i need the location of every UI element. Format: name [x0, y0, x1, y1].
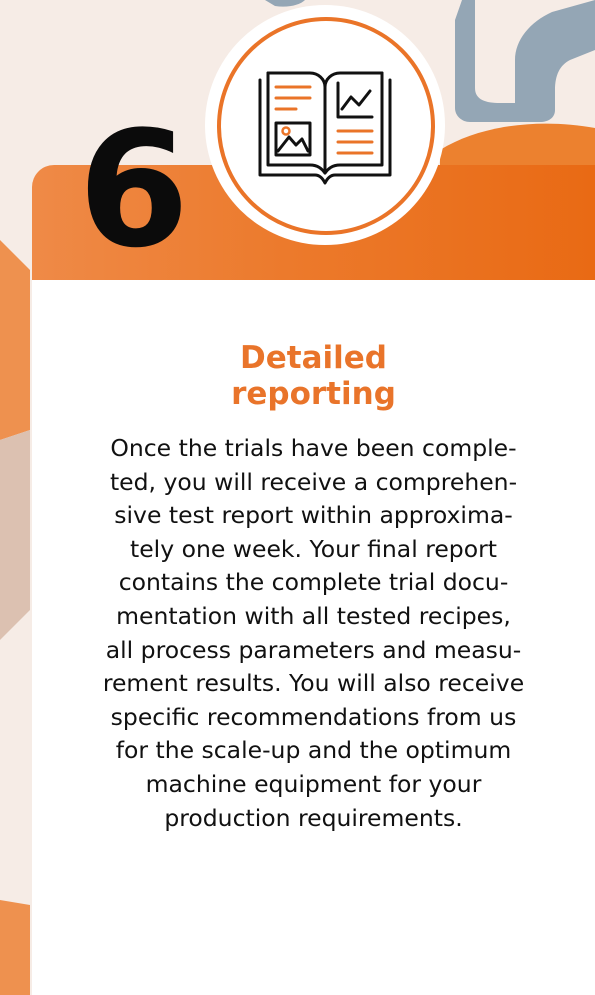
step-title-line: Detailed	[240, 340, 387, 376]
decor-shape-blue-top	[265, 0, 305, 7]
open-report-book-icon	[258, 71, 392, 185]
description-line: tely one week. Your final report	[130, 534, 497, 563]
step-description: Once the trials have been comple- ted, y…	[54, 432, 574, 835]
decor-shape-blue-figure	[455, 0, 595, 122]
card-content: Detailed reporting Once the trials have …	[32, 340, 595, 835]
step-title: Detailed reporting	[144, 340, 484, 412]
description-line: contains the complete trial docu-	[118, 568, 509, 597]
description-line: machine equipment for your	[145, 769, 482, 798]
description-line: specific recommendations from us	[110, 702, 517, 731]
description-line: mentation with all tested recipes,	[116, 601, 511, 630]
description-line: all process parameters and measu-	[105, 635, 522, 664]
description-line: production requirements.	[164, 803, 463, 832]
decor-shape-left-bottom	[0, 900, 30, 995]
description-line: sive test report within approxima-	[114, 501, 513, 530]
step-icon-badge	[205, 5, 445, 245]
decor-shape-left-orange	[0, 240, 30, 440]
description-line: ted, you will receive a comprehen-	[109, 467, 518, 496]
step-number: 6	[78, 96, 189, 283]
decor-shape-left-beige	[0, 430, 30, 640]
description-line: Once the trials have been comple-	[110, 434, 517, 462]
step-title-line: reporting	[231, 376, 396, 412]
description-line: rement results. You will also receive	[102, 669, 525, 698]
description-line: for the scale-up and the optimum	[115, 736, 512, 765]
